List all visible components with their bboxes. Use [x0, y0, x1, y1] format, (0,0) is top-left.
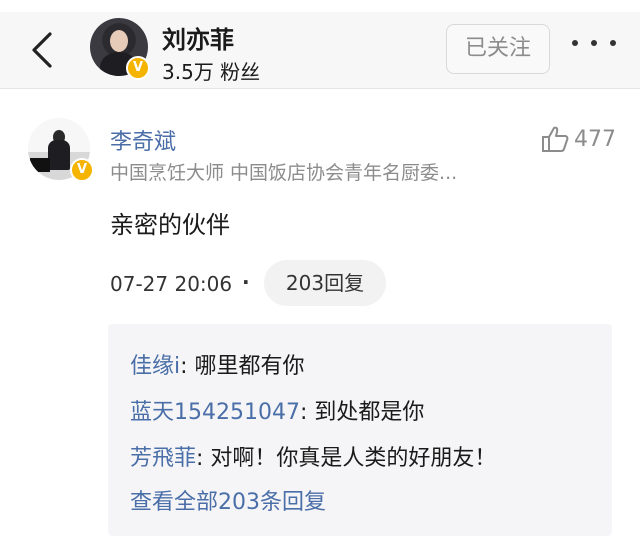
- back-arrow-icon[interactable]: [24, 30, 60, 70]
- separator-dot: ·: [242, 270, 250, 294]
- reply-text: 到处都是你: [314, 400, 425, 425]
- profile-name[interactable]: 刘亦菲: [162, 20, 234, 55]
- view-all-replies-link[interactable]: 查看全部203条回复: [130, 484, 326, 516]
- dot: [610, 40, 616, 46]
- fans-count: 3.5万 粉丝: [162, 60, 261, 84]
- top-strip: [0, 0, 640, 12]
- reply-text: 对啊！你真是人类的好朋友！: [210, 446, 497, 471]
- reply-item[interactable]: 佳缘i: 哪里都有你: [130, 348, 305, 380]
- more-dots-icon[interactable]: [572, 40, 616, 52]
- comment-text: 亲密的伙伴: [110, 211, 230, 239]
- verified-v-icon: V: [70, 158, 94, 182]
- avatar-face: [110, 30, 128, 52]
- reply-user[interactable]: 芳飛菲: [130, 446, 196, 471]
- reply-separator: :: [180, 354, 195, 379]
- reply-user[interactable]: 蓝天154251047: [130, 400, 300, 425]
- reply-user[interactable]: 佳缘i: [130, 354, 180, 379]
- like-button[interactable]: 477: [540, 124, 616, 154]
- commenter-title: 中国烹饪大师 中国饭店协会青年名厨委...: [110, 162, 458, 184]
- reply-count-button[interactable]: 203回复: [264, 260, 386, 306]
- avatar-person: [48, 140, 70, 170]
- thumbs-up-icon: [542, 126, 569, 152]
- avatar-piano: [30, 158, 50, 172]
- reply-separator: :: [196, 446, 211, 471]
- like-count: 477: [574, 126, 616, 152]
- verified-v-icon: V: [126, 56, 150, 80]
- reply-item[interactable]: 蓝天154251047: 到处都是你: [130, 394, 424, 426]
- reply-item[interactable]: 芳飛菲: 对啊！你真是人类的好朋友！: [130, 440, 496, 472]
- dot: [572, 40, 578, 46]
- replies-panel: 佳缘i: 哪里都有你 蓝天154251047: 到处都是你 芳飛菲: 对啊！你真…: [108, 324, 612, 536]
- dot: [591, 40, 597, 46]
- reply-text: 哪里都有你: [194, 354, 305, 379]
- reply-separator: :: [299, 400, 315, 425]
- profile-header: V 刘亦菲 3.5万 粉丝 已关注: [0, 12, 640, 89]
- following-button[interactable]: 已关注: [446, 24, 550, 74]
- commenter-name[interactable]: 李奇斌: [110, 124, 176, 156]
- comment-time: 07-27 20:06: [110, 272, 233, 296]
